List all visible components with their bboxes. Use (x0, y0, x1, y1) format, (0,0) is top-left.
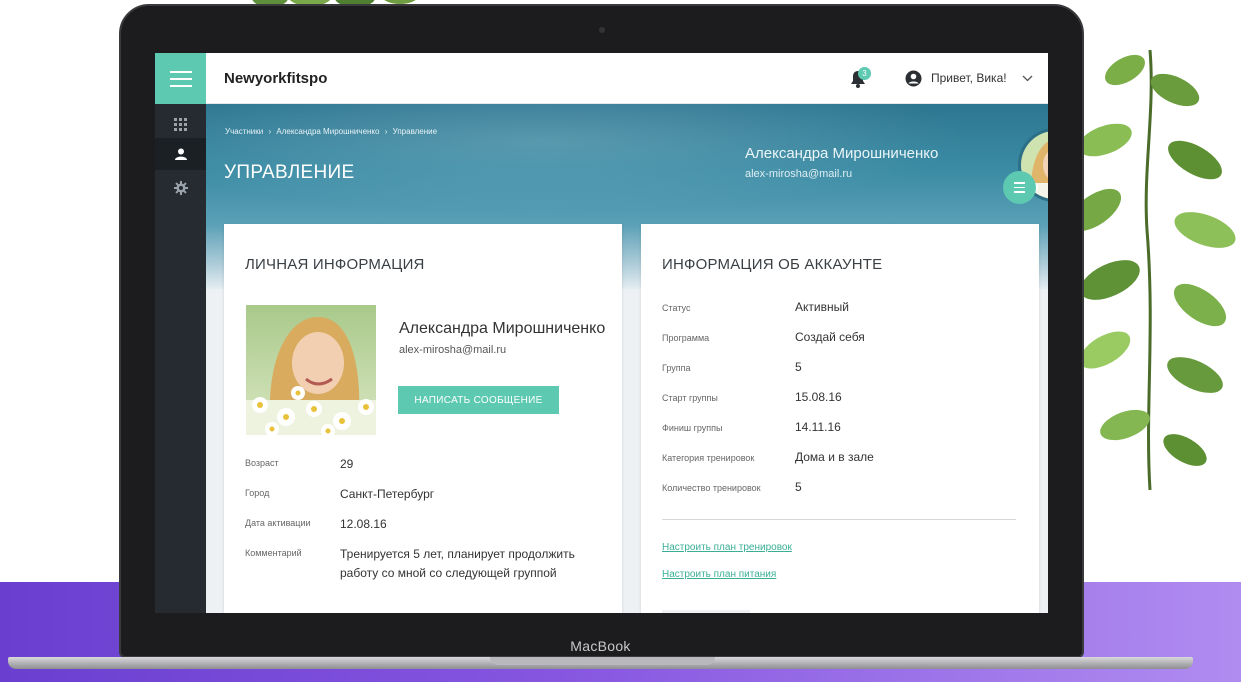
menu-line (1014, 182, 1025, 184)
account-label: Программа (662, 333, 710, 343)
menu-line (1014, 191, 1025, 193)
breadcrumb-current: Управление (392, 127, 438, 136)
breadcrumb-separator: › (384, 127, 388, 136)
account-label: Категория тренировок (662, 453, 755, 463)
account-circle-icon (905, 70, 922, 86)
account-row-program: Программа Создай себя (662, 330, 865, 344)
personal-info-title: ЛИЧНАЯ ИНФОРМАЦИЯ (245, 256, 425, 273)
app-screen: Newyorkfitspo 3 Привет, Вика! Участники … (155, 53, 1048, 613)
account-label: Старт группы (662, 393, 718, 403)
sidebar-item-settings[interactable] (155, 172, 206, 204)
account-value: Активный (795, 300, 849, 314)
account-label: Финиш группы (662, 423, 723, 433)
account-value: 15.08.16 (795, 390, 842, 404)
camera-icon (599, 27, 605, 33)
breadcrumb: Участники › Александра Мирошниченко › Уп… (225, 127, 440, 136)
account-value: Дома и в зале (795, 450, 874, 464)
field-row-activation-date: Дата активации 12.08.16 (245, 515, 387, 534)
field-value: Санкт-Петербург (340, 487, 435, 501)
account-label: Количество тренировок (662, 483, 761, 493)
header-profile-name: Александра Мирошниченко (745, 145, 939, 162)
grid-icon (174, 117, 187, 131)
account-value: 5 (795, 360, 802, 374)
user-icon (174, 148, 187, 160)
account-value: 14.11.16 (795, 420, 841, 434)
training-plan-link[interactable]: Настроить план тренировок (662, 542, 792, 553)
menu-line (169, 77, 192, 80)
chevron-down-icon (1022, 75, 1033, 81)
sidebar (155, 104, 206, 613)
hamburger-menu-button[interactable] (155, 53, 206, 104)
menu-line (169, 70, 192, 73)
marketing-stage: MacBook Newyorkfitspo 3 Привет, Вика! Уч… (0, 0, 1241, 682)
partial-button[interactable] (662, 610, 750, 613)
account-value: Создай себя (795, 330, 865, 344)
field-row-age: Возраст 29 (245, 455, 353, 474)
field-label: Комментарий (245, 548, 302, 558)
account-row-group-start: Старт группы 15.08.16 (662, 390, 842, 404)
user-greeting: Привет, Вика! (931, 71, 1007, 85)
page-title: УПРАВЛЕНИЕ (224, 162, 355, 183)
account-info-title: ИНФОРМАЦИЯ ОБ АККАУНТЕ (662, 256, 883, 273)
menu-line (1014, 186, 1025, 189)
account-info-card: ИНФОРМАЦИЯ ОБ АККАУНТЕ Статус Активный П… (641, 224, 1039, 613)
send-message-button[interactable]: НАПИСАТЬ СООБЩЕНИЕ (398, 386, 559, 414)
sidebar-item-members[interactable] (155, 138, 206, 170)
account-row-training-count: Количество тренировок 5 (662, 480, 802, 494)
personal-info-card: ЛИЧНАЯ ИНФОРМАЦИЯ Александра Мирошниченк… (224, 224, 622, 613)
account-row-status: Статус Активный (662, 300, 849, 314)
field-label: Возраст (245, 458, 279, 468)
user-menu[interactable]: Привет, Вика! (905, 68, 1033, 88)
breadcrumb-link-profile[interactable]: Александра Мирошниченко (276, 127, 379, 136)
field-value: Тренируется 5 лет, планирует продолжить … (340, 547, 575, 580)
header-profile-email: alex-mirosha@mail.ru (745, 168, 853, 180)
account-row-training-category: Категория тренировок Дома и в зале (662, 450, 874, 464)
account-label: Статус (662, 303, 691, 313)
profile-name: Александра Мирошниченко (399, 320, 606, 337)
account-row-group: Группа 5 (662, 360, 802, 374)
profile-email: alex-mirosha@mail.ru (399, 344, 507, 356)
nutrition-plan-link[interactable]: Настроить план питания (662, 569, 776, 580)
brand-name: Newyorkfitspo (224, 70, 328, 87)
field-value: 12.08.16 (340, 517, 387, 531)
profile-photo-icon (246, 305, 376, 435)
top-bar: Newyorkfitspo 3 Привет, Вика! (155, 53, 1048, 104)
breadcrumb-link-members[interactable]: Участники (225, 127, 263, 136)
field-row-city: Город Санкт-Петербург (245, 485, 434, 504)
gear-icon (173, 181, 188, 195)
laptop-notch (490, 657, 715, 665)
divider (662, 519, 1016, 520)
profile-actions-button[interactable] (1003, 171, 1036, 204)
field-label: Город (245, 488, 270, 498)
field-label: Дата активации (245, 518, 311, 528)
profile-photo (246, 305, 376, 435)
field-value: 29 (340, 457, 354, 471)
account-value: 5 (795, 480, 802, 494)
menu-line (169, 84, 192, 87)
field-row-comment: Комментарий Тренируется 5 лет, планирует… (245, 545, 605, 583)
macbook-label: MacBook (570, 638, 631, 654)
breadcrumb-separator: › (268, 127, 272, 136)
account-label: Группа (662, 363, 691, 373)
sidebar-item-dashboard[interactable] (155, 110, 206, 138)
notification-badge: 3 (858, 67, 871, 80)
account-row-group-finish: Финиш группы 14.11.16 (662, 420, 841, 434)
